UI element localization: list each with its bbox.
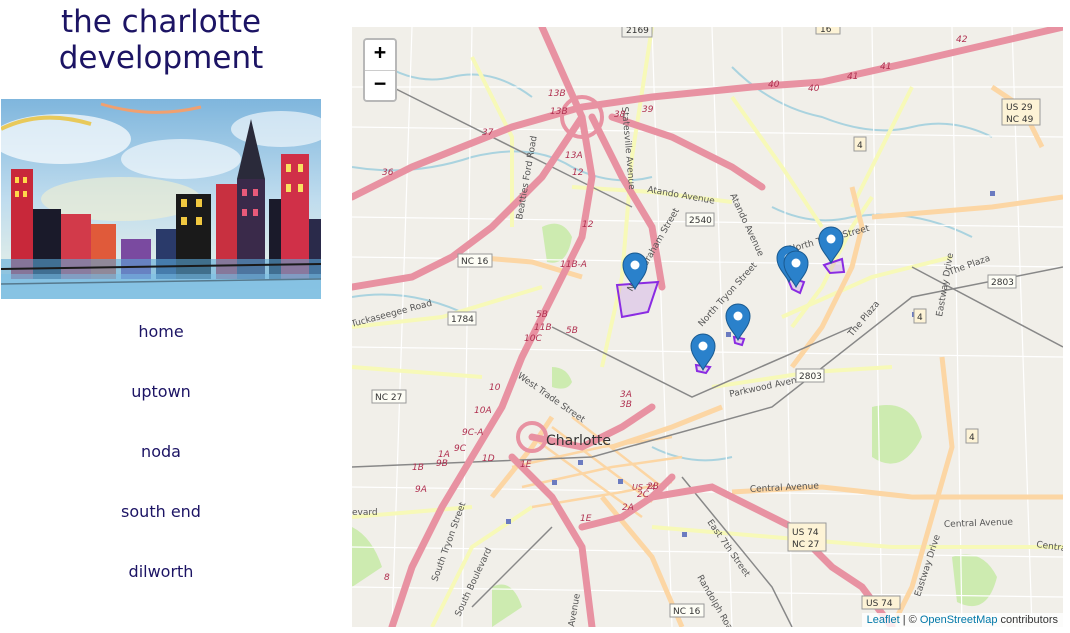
zoom-out-button[interactable]: − — [365, 71, 395, 100]
svg-text:2169: 2169 — [626, 27, 649, 36]
svg-text:1B: 1B — [412, 463, 424, 473]
nav-home[interactable]: home — [0, 302, 322, 362]
svg-text:1784: 1784 — [451, 315, 474, 325]
svg-text:9C-A: 9C-A — [462, 428, 483, 438]
svg-text:US 74: US 74 — [632, 483, 656, 492]
nav-noda[interactable]: noda — [0, 422, 322, 482]
svg-text:NC 27: NC 27 — [375, 393, 402, 403]
svg-text:1D: 1D — [482, 454, 495, 464]
svg-text:2A: 2A — [622, 503, 634, 513]
svg-text:38: 38 — [614, 110, 626, 120]
leaflet-link[interactable]: Leaflet — [867, 614, 900, 626]
svg-text:9A: 9A — [415, 485, 427, 495]
svg-text:42: 42 — [956, 35, 968, 45]
svg-text:4: 4 — [969, 433, 975, 443]
main-nav: home uptown noda south end dilworth — [0, 302, 322, 602]
svg-text:5B: 5B — [566, 326, 578, 336]
sidebar: the charlotte development home uptown no… — [0, 0, 322, 633]
svg-text:3B: 3B — [620, 400, 632, 410]
svg-text:US 74: US 74 — [792, 528, 819, 538]
city-label: Charlotte — [546, 433, 611, 449]
osm-link[interactable]: OpenStreetMap — [920, 614, 998, 626]
svg-text:39: 39 — [642, 105, 654, 115]
svg-text:9C: 9C — [454, 444, 467, 454]
svg-text:NC 49: NC 49 — [1006, 115, 1034, 125]
svg-text:36: 36 — [382, 168, 394, 178]
svg-text:4: 4 — [857, 141, 863, 151]
svg-text:2803: 2803 — [799, 372, 822, 382]
leaflet-map[interactable]: Beatties Ford Road Statesville Avenue At… — [352, 27, 1063, 627]
svg-text:3A: 3A — [620, 390, 632, 400]
nav-dilworth[interactable]: dilworth — [0, 542, 322, 602]
zoom-control: + − — [363, 38, 397, 102]
svg-text:41: 41 — [880, 62, 891, 72]
svg-text:5B: 5B — [536, 310, 548, 320]
svg-text:2540: 2540 — [689, 216, 712, 226]
svg-text:NC 16: NC 16 — [673, 607, 701, 617]
svg-text:10A: 10A — [474, 406, 492, 416]
svg-text:40: 40 — [808, 84, 820, 94]
svg-text:11B: 11B — [534, 323, 552, 333]
svg-text:37: 37 — [482, 128, 494, 138]
svg-text:13B: 13B — [548, 89, 566, 99]
nav-south-end[interactable]: south end — [0, 482, 322, 542]
svg-text:12: 12 — [582, 220, 594, 230]
svg-text:1E: 1E — [520, 460, 532, 470]
svg-text:8: 8 — [384, 573, 390, 583]
svg-text:13B: 13B — [550, 107, 568, 117]
site-title: the charlotte development — [0, 4, 322, 76]
site-title-line1: the charlotte — [60, 4, 262, 40]
skyline-painting — [1, 99, 321, 299]
svg-text:10: 10 — [489, 383, 501, 393]
svg-text:NC 16: NC 16 — [461, 257, 489, 267]
svg-text:41: 41 — [847, 72, 858, 82]
svg-text:1E: 1E — [580, 514, 592, 524]
svg-text:4: 4 — [917, 313, 923, 323]
svg-text:12: 12 — [572, 168, 584, 178]
label-boulevard: evard — [352, 508, 378, 518]
attribution-separator: | © — [899, 614, 920, 626]
svg-text:13A: 13A — [565, 151, 583, 161]
svg-text:US 29: US 29 — [1006, 103, 1033, 113]
svg-text:NC 27: NC 27 — [792, 540, 819, 550]
svg-text:2803: 2803 — [991, 278, 1014, 288]
svg-text:1A: 1A — [438, 450, 450, 460]
svg-text:10C: 10C — [524, 334, 542, 344]
attribution-suffix: contributors — [997, 614, 1058, 626]
svg-text:11B-A: 11B-A — [560, 260, 587, 270]
svg-text:9B: 9B — [436, 459, 448, 469]
svg-text:US 74: US 74 — [866, 599, 893, 609]
svg-text:40: 40 — [768, 80, 780, 90]
map-tiles: Beatties Ford Road Statesville Avenue At… — [352, 27, 1063, 627]
map-attribution: Leaflet | © OpenStreetMap contributors — [861, 613, 1063, 627]
nav-uptown[interactable]: uptown — [0, 362, 322, 422]
zoom-in-button[interactable]: + — [365, 40, 395, 71]
site-title-line2: development — [58, 40, 264, 76]
svg-text:16: 16 — [820, 27, 832, 35]
